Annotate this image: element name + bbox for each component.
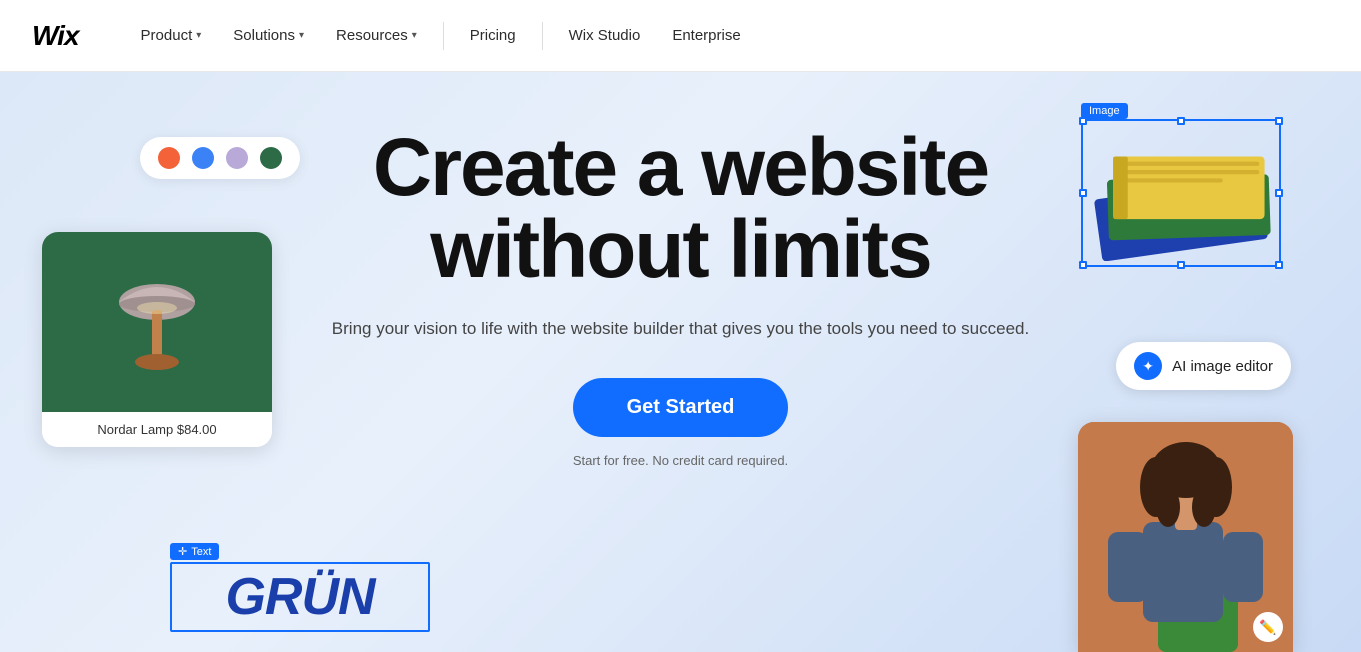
- nav-item-pricing[interactable]: Pricing: [456, 19, 530, 52]
- text-widget[interactable]: ✛ Text GRÜN: [170, 542, 430, 632]
- color-dot-green[interactable]: [260, 147, 282, 169]
- lamp-card-image: [42, 232, 272, 412]
- nav-item-wix-studio[interactable]: Wix Studio: [555, 19, 655, 52]
- text-widget-label: ✛ Text: [170, 543, 219, 560]
- lamp-product-card: Nordar Lamp $84.00: [42, 232, 272, 447]
- nav-links: Product ▾ Solutions ▾ Resources ▾ Pricin…: [127, 19, 1329, 52]
- nav-item-solutions[interactable]: Solutions ▾: [219, 19, 318, 52]
- wix-logo[interactable]: Wix: [32, 20, 79, 52]
- ai-icon: ✦: [1134, 352, 1162, 380]
- color-dot-orange[interactable]: [158, 147, 180, 169]
- handle-bottom-right[interactable]: [1275, 261, 1283, 269]
- chevron-down-icon: ▾: [196, 30, 201, 41]
- handle-top-right[interactable]: [1275, 117, 1283, 125]
- handle-top-mid[interactable]: [1177, 117, 1185, 125]
- ai-badge-label: AI image editor: [1172, 358, 1273, 375]
- image-widget-label: Image: [1081, 103, 1128, 119]
- photo-edit-button[interactable]: ✏️: [1253, 612, 1283, 642]
- photo-overlay: ✏️: [1078, 422, 1293, 652]
- text-widget-content: GRÜN: [170, 562, 430, 632]
- lamp-card-label: Nordar Lamp $84.00: [42, 412, 272, 447]
- nav-divider: [443, 22, 444, 50]
- image-widget[interactable]: Image: [1081, 107, 1281, 267]
- navbar: Wix Product ▾ Solutions ▾ Resources ▾ Pr…: [0, 0, 1361, 72]
- chevron-down-icon: ▾: [412, 30, 417, 41]
- chevron-down-icon: ▾: [299, 30, 304, 41]
- nav-item-product[interactable]: Product ▾: [127, 19, 216, 52]
- image-widget-content: [1087, 125, 1275, 261]
- hero-text-block: Create a website without limits Bring yo…: [331, 127, 1031, 468]
- color-dot-lavender[interactable]: [226, 147, 248, 169]
- hero-title: Create a website without limits: [331, 127, 1031, 291]
- hero-subtitle: Bring your vision to life with the websi…: [331, 315, 1031, 342]
- handle-bottom-left[interactable]: [1079, 261, 1087, 269]
- gruen-brand-text: GRÜN: [225, 567, 374, 627]
- color-dot-blue[interactable]: [192, 147, 214, 169]
- color-palette: [140, 137, 300, 179]
- photo-card: ✏️: [1078, 422, 1293, 652]
- handle-mid-right[interactable]: [1275, 189, 1283, 197]
- handle-bottom-mid[interactable]: [1177, 261, 1185, 269]
- nav-divider-2: [542, 22, 543, 50]
- cta-subtext: Start for free. No credit card required.: [331, 453, 1031, 468]
- hero-section: Created with Wix Nordar Lamp: [0, 72, 1361, 652]
- handle-mid-left[interactable]: [1079, 189, 1087, 197]
- get-started-button[interactable]: Get Started: [573, 378, 789, 437]
- ai-image-editor-badge[interactable]: ✦ AI image editor: [1116, 342, 1291, 390]
- nav-item-resources[interactable]: Resources ▾: [322, 19, 431, 52]
- nav-item-enterprise[interactable]: Enterprise: [658, 19, 754, 52]
